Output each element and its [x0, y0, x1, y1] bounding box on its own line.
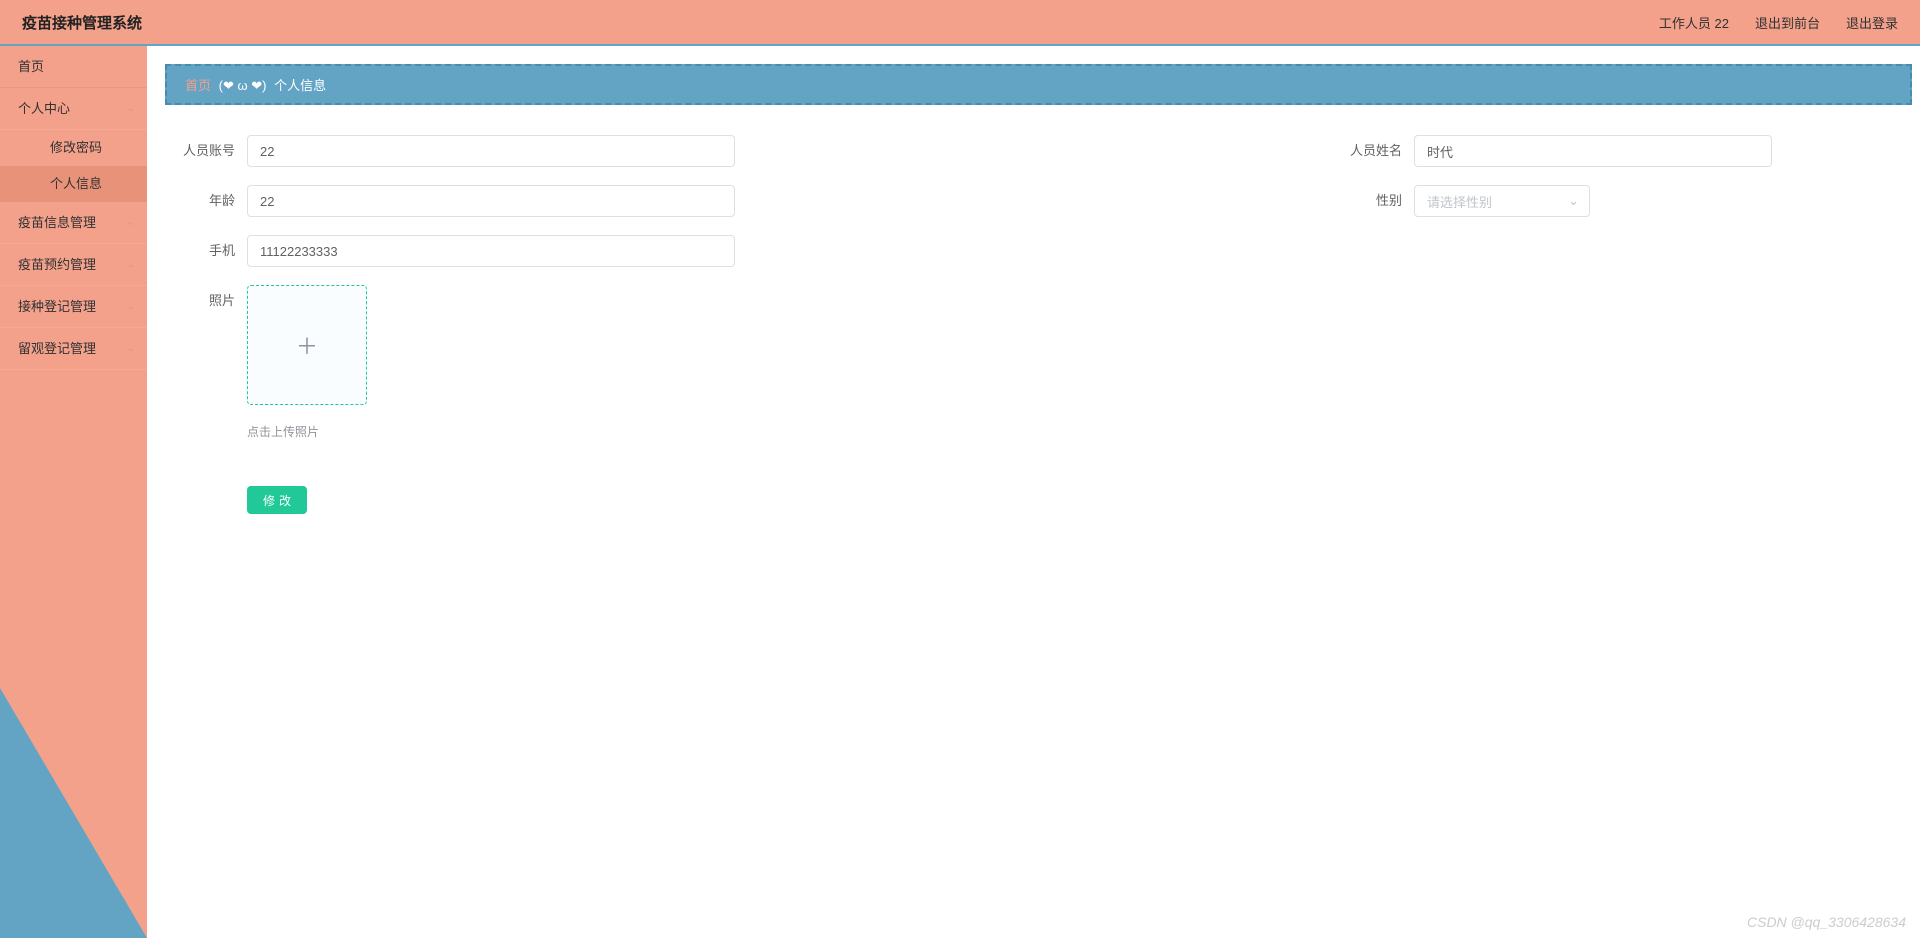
gender-select[interactable]: 请选择性别 ⌄ — [1414, 185, 1590, 217]
phone-label: 手机 — [175, 235, 247, 267]
nav-vaccine-appointment[interactable]: 疫苗预约管理 ⌄ — [0, 244, 147, 286]
nav-vaccine-info[interactable]: 疫苗信息管理 ⌄ — [0, 202, 147, 244]
chevron-down-icon: ⌄ — [127, 244, 135, 286]
nav-personal-info[interactable]: 个人信息 — [0, 166, 147, 202]
nav-home[interactable]: 首页 — [0, 46, 147, 88]
go-front-button[interactable]: 退出到前台 — [1755, 13, 1820, 32]
photo-label: 照片 — [175, 285, 247, 317]
nav-label: 留观登记管理 — [18, 328, 96, 370]
nav-label: 疫苗预约管理 — [18, 244, 96, 286]
name-label: 人员姓名 — [1342, 135, 1414, 167]
chevron-down-icon: ⌄ — [127, 328, 135, 370]
gender-placeholder: 请选择性别 — [1427, 192, 1492, 211]
breadcrumb: 首页 (❤ ω ❤) 个人信息 — [165, 64, 1912, 105]
chevron-down-icon: ⌄ — [127, 202, 135, 244]
gender-label: 性别 — [1342, 185, 1414, 217]
breadcrumb-separator: (❤ ω ❤) — [219, 78, 267, 93]
nav-observation-register[interactable]: 留观登记管理 ⌄ — [0, 328, 147, 370]
app-title: 疫苗接种管理系统 — [22, 12, 142, 33]
nav-inoculation-register[interactable]: 接种登记管理 ⌄ — [0, 286, 147, 328]
chevron-down-icon: ⌄ — [1568, 193, 1579, 209]
breadcrumb-current: 个人信息 — [274, 78, 326, 93]
plus-icon: ＋ — [296, 329, 318, 361]
nav-change-password[interactable]: 修改密码 — [0, 130, 147, 166]
chevron-down-icon: ⌄ — [127, 88, 135, 130]
top-header: 疫苗接种管理系统 工作人员 22 退出到前台 退出登录 — [0, 0, 1920, 46]
logout-button[interactable]: 退出登录 — [1846, 13, 1898, 32]
current-user[interactable]: 工作人员 22 — [1659, 13, 1729, 32]
account-input[interactable] — [247, 135, 735, 167]
account-label: 人员账号 — [175, 135, 247, 167]
nav-label: 疫苗信息管理 — [18, 202, 96, 244]
sidebar-decoration — [0, 688, 147, 938]
photo-uploader[interactable]: ＋ — [247, 285, 367, 405]
chevron-down-icon: ⌄ — [127, 286, 135, 328]
sidebar: 首页 个人中心 ⌄ 修改密码 个人信息 疫苗信息管理 ⌄ 疫苗预约管理 ⌄ 接种… — [0, 46, 147, 938]
nav-label: 个人中心 — [18, 88, 70, 130]
submit-button[interactable]: 修改 — [247, 486, 307, 514]
age-label: 年龄 — [175, 185, 247, 217]
breadcrumb-home[interactable]: 首页 — [185, 78, 211, 93]
nav-label: 接种登记管理 — [18, 286, 96, 328]
phone-input[interactable] — [247, 235, 735, 267]
nav-personal-center[interactable]: 个人中心 ⌄ — [0, 88, 147, 130]
upload-hint: 点击上传照片 — [247, 423, 367, 440]
name-input[interactable] — [1414, 135, 1772, 167]
age-input[interactable] — [247, 185, 735, 217]
watermark: CSDN @qq_3306428634 — [1747, 914, 1906, 930]
